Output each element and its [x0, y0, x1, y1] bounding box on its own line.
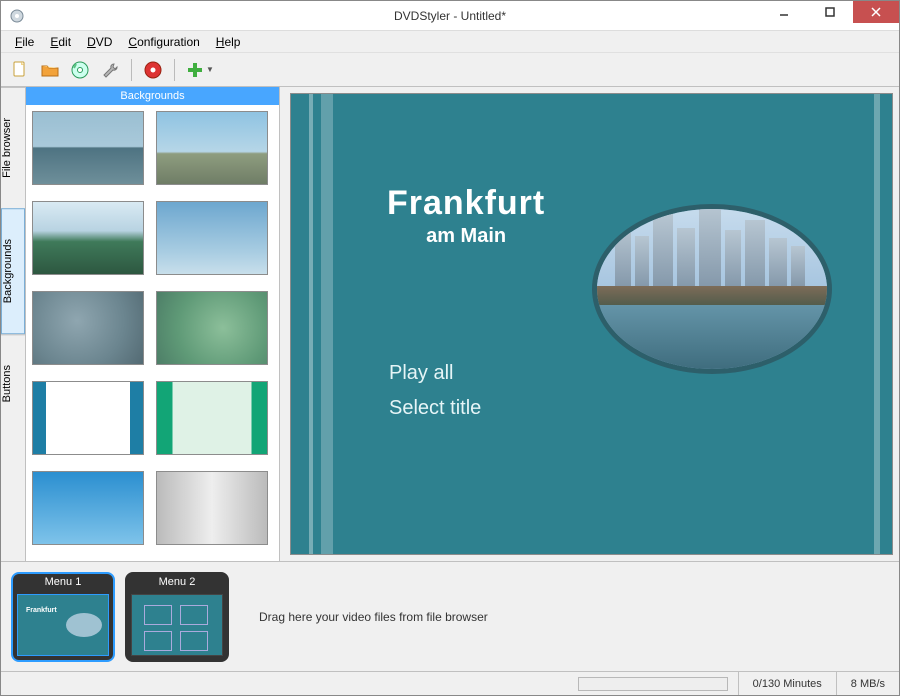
timeline-thumb-label: Menu 2	[127, 574, 227, 590]
status-bitrate: 8 MB/s	[836, 672, 899, 695]
option-select-title[interactable]: Select title	[389, 397, 481, 420]
menu-configuration[interactable]: Configuration	[120, 33, 207, 51]
tab-file-browser[interactable]: File browser	[1, 87, 25, 208]
tab-backgrounds[interactable]: Backgrounds	[1, 208, 25, 334]
timeline-menu-thumb[interactable]: Menu 1 Frankfurt	[11, 572, 115, 662]
tab-label: File browser	[1, 118, 13, 178]
panel-header: Backgrounds	[26, 87, 279, 105]
status-minutes: 0/130 Minutes	[738, 672, 836, 695]
menu-file[interactable]: File	[7, 33, 42, 51]
background-thumb[interactable]	[32, 201, 144, 275]
menu-dvd[interactable]: DVD	[79, 33, 120, 51]
background-thumb[interactable]	[156, 201, 268, 275]
menubar: File Edit DVD Configuration Help	[1, 31, 899, 53]
settings-wrench-icon[interactable]	[97, 57, 123, 83]
new-file-icon[interactable]	[7, 57, 33, 83]
menu-help[interactable]: Help	[208, 33, 249, 51]
open-folder-icon[interactable]	[37, 57, 63, 83]
toolbar-separator	[174, 59, 175, 81]
timeline-menu-thumb[interactable]: Menu 2	[125, 572, 229, 662]
app-window: DVDStyler - Untitled* File Edit DVD Conf…	[0, 0, 900, 696]
chevron-down-icon: ▼	[206, 65, 214, 74]
side-tabs: File browser Backgrounds Buttons	[1, 87, 26, 561]
menu-edit[interactable]: Edit	[42, 33, 79, 51]
burn-disc-icon[interactable]	[140, 57, 166, 83]
maximize-button[interactable]	[807, 1, 853, 23]
toolbar-separator	[131, 59, 132, 81]
background-thumb[interactable]	[156, 381, 268, 455]
background-thumb[interactable]	[156, 111, 268, 185]
preview-pane: Frankfurt am Main Play all Select title	[280, 87, 899, 561]
preview-options: Play all Select title	[389, 362, 481, 432]
progress-bar	[578, 677, 728, 691]
background-thumb[interactable]	[32, 381, 144, 455]
menu-preview[interactable]: Frankfurt am Main Play all Select title	[290, 93, 893, 555]
backgrounds-panel: Backgrounds	[26, 87, 280, 561]
background-thumb[interactable]	[32, 471, 144, 545]
toolbar: ▼	[1, 53, 899, 87]
timeline[interactable]: Menu 1 Frankfurt Menu 2 Drag here your v…	[1, 561, 899, 671]
tab-label: Buttons	[1, 365, 13, 402]
background-thumb[interactable]	[32, 111, 144, 185]
preview-image-oval[interactable]	[592, 204, 832, 374]
option-play-all[interactable]: Play all	[389, 362, 481, 385]
main-body: File browser Backgrounds Buttons Backgro…	[1, 87, 899, 561]
timeline-thumb-preview	[131, 594, 223, 656]
system-buttons	[761, 1, 899, 23]
title-line2: am Main	[387, 225, 545, 248]
tab-label: Backgrounds	[2, 239, 14, 303]
timeline-hint: Drag here your video files from file bro…	[239, 610, 889, 624]
minimize-button[interactable]	[761, 1, 807, 23]
tab-buttons[interactable]: Buttons	[1, 334, 25, 432]
close-button[interactable]	[853, 1, 899, 23]
preview-title[interactable]: Frankfurt am Main	[387, 184, 545, 248]
background-thumb[interactable]	[156, 291, 268, 365]
background-thumbnails[interactable]	[26, 105, 279, 561]
titlebar[interactable]: DVDStyler - Untitled*	[1, 1, 899, 31]
save-disc-icon[interactable]	[67, 57, 93, 83]
statusbar: 0/130 Minutes 8 MB/s	[1, 671, 899, 695]
title-line1: Frankfurt	[387, 184, 545, 223]
timeline-thumb-label: Menu 1	[13, 574, 113, 590]
timeline-thumb-preview: Frankfurt	[17, 594, 109, 656]
window-title: DVDStyler - Untitled*	[394, 9, 506, 23]
app-icon	[9, 8, 25, 24]
background-thumb[interactable]	[32, 291, 144, 365]
background-thumb[interactable]	[156, 471, 268, 545]
add-plus-icon[interactable]: ▼	[183, 57, 217, 83]
